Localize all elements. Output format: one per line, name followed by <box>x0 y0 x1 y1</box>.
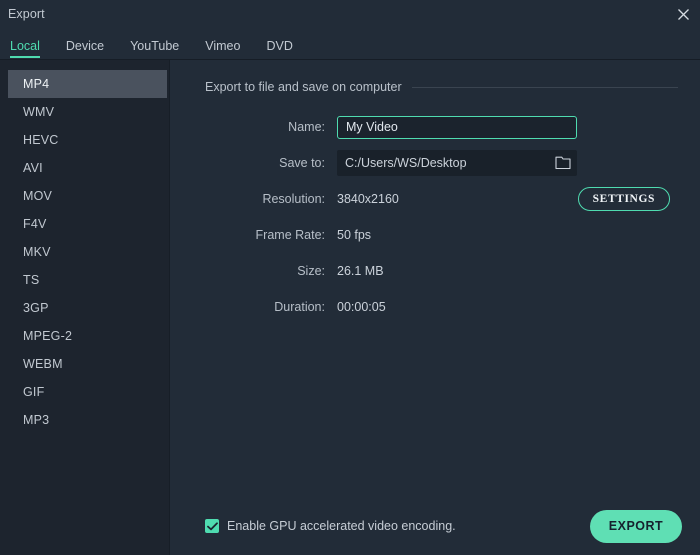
saveto-input[interactable]: C:/Users/WS/Desktop <box>337 150 577 176</box>
export-button[interactable]: EXPORT <box>590 509 682 543</box>
format-label: 3GP <box>23 301 49 315</box>
format-item-avi[interactable]: AVI <box>8 154 167 182</box>
close-button[interactable] <box>666 0 700 28</box>
form-row-framerate: Frame Rate: 50 fps <box>170 217 682 253</box>
format-item-gif[interactable]: GIF <box>8 378 167 406</box>
format-label: TS <box>23 273 40 287</box>
form-row-name: Name: <box>170 109 682 145</box>
format-label: MOV <box>23 189 53 203</box>
folder-icon[interactable] <box>555 156 571 170</box>
gpu-acceleration-label: Enable GPU accelerated video encoding. <box>227 519 456 533</box>
gpu-acceleration-checkbox[interactable]: Enable GPU accelerated video encoding. <box>205 519 456 533</box>
section-header: Export to file and save on computer <box>205 80 678 94</box>
tab-dvd[interactable]: DVD <box>266 38 306 60</box>
format-item-hevc[interactable]: HEVC <box>8 126 167 154</box>
tab-device-label: Device <box>65 38 105 53</box>
form-row-resolution: Resolution: 3840x2160 SETTINGS <box>170 181 682 217</box>
section-divider <box>411 86 678 88</box>
section-title: Export to file and save on computer <box>205 80 402 94</box>
framerate-label: Frame Rate: <box>255 228 325 242</box>
resolution-field-wrap: 3840x2160 SETTINGS <box>337 187 682 211</box>
format-item-ts[interactable]: TS <box>8 266 167 294</box>
saveto-path-text: C:/Users/WS/Desktop <box>345 156 467 170</box>
name-label: Name: <box>288 120 325 134</box>
size-field-wrap: 26.1 MB <box>337 264 682 278</box>
form-row-duration: Duration: 00:00:05 <box>170 289 682 325</box>
duration-value: 00:00:05 <box>337 300 386 314</box>
dialog-body: MP4 WMV HEVC AVI MOV F4V MKV TS 3GP MPEG… <box>0 60 700 555</box>
saveto-label: Save to: <box>279 156 325 170</box>
name-field-wrap <box>337 115 682 139</box>
tab-vimeo-label: Vimeo <box>205 38 241 53</box>
checkbox-checked-icon <box>205 519 219 533</box>
format-item-mpeg2[interactable]: MPEG-2 <box>8 322 167 350</box>
tab-device[interactable]: Device <box>65 38 118 60</box>
dialog-footer: Enable GPU accelerated video encoding. E… <box>170 497 700 555</box>
format-list: MP4 WMV HEVC AVI MOV F4V MKV TS 3GP MPEG… <box>0 60 170 555</box>
format-label: MPEG-2 <box>23 329 73 343</box>
format-label: GIF <box>23 385 45 399</box>
format-label: MP3 <box>23 413 50 427</box>
format-label: MP4 <box>23 77 50 91</box>
name-input[interactable] <box>337 115 577 139</box>
format-label: WMV <box>23 105 55 119</box>
format-item-f4v[interactable]: F4V <box>8 210 167 238</box>
export-settings-panel: Export to file and save on computer Name… <box>170 60 700 555</box>
page-title: Export <box>8 7 45 21</box>
tab-vimeo[interactable]: Vimeo <box>205 38 254 60</box>
format-label: F4V <box>23 217 47 231</box>
format-label: HEVC <box>23 133 59 147</box>
framerate-field-wrap: 50 fps <box>337 228 682 242</box>
close-icon <box>677 8 690 21</box>
duration-label: Duration: <box>274 300 325 314</box>
tab-youtube-label: YouTube <box>130 38 180 53</box>
format-item-mov[interactable]: MOV <box>8 182 167 210</box>
format-item-wmv[interactable]: WMV <box>8 98 167 126</box>
duration-field-wrap: 00:00:05 <box>337 300 682 314</box>
resolution-value: 3840x2160 <box>337 192 399 206</box>
format-label: WEBM <box>23 357 63 371</box>
form-row-size: Size: 26.1 MB <box>170 253 682 289</box>
saveto-field-wrap: C:/Users/WS/Desktop <box>337 150 682 176</box>
format-item-webm[interactable]: WEBM <box>8 350 167 378</box>
tab-dvd-label: DVD <box>266 38 293 53</box>
settings-button[interactable]: SETTINGS <box>577 187 670 211</box>
export-form: Name: Save to: C:/Users/WS/Desktop <box>170 109 700 325</box>
resolution-label: Resolution: <box>262 192 325 206</box>
format-item-mp4[interactable]: MP4 <box>8 70 167 98</box>
format-item-mp3[interactable]: MP3 <box>8 406 167 434</box>
export-dialog: Export Local Device YouTube Vimeo DVD MP… <box>0 0 700 555</box>
framerate-value: 50 fps <box>337 228 372 242</box>
format-item-3gp[interactable]: 3GP <box>8 294 167 322</box>
format-label: AVI <box>23 161 43 175</box>
tab-local-label: Local <box>10 38 40 53</box>
size-label: Size: <box>297 264 325 278</box>
tab-local[interactable]: Local <box>10 38 54 60</box>
form-row-saveto: Save to: C:/Users/WS/Desktop <box>170 145 682 181</box>
title-bar: Export <box>0 0 700 28</box>
format-label: MKV <box>23 245 51 259</box>
tab-youtube[interactable]: YouTube <box>130 38 193 60</box>
size-value: 26.1 MB <box>337 264 384 278</box>
tab-bar: Local Device YouTube Vimeo DVD <box>0 28 700 60</box>
format-item-mkv[interactable]: MKV <box>8 238 167 266</box>
